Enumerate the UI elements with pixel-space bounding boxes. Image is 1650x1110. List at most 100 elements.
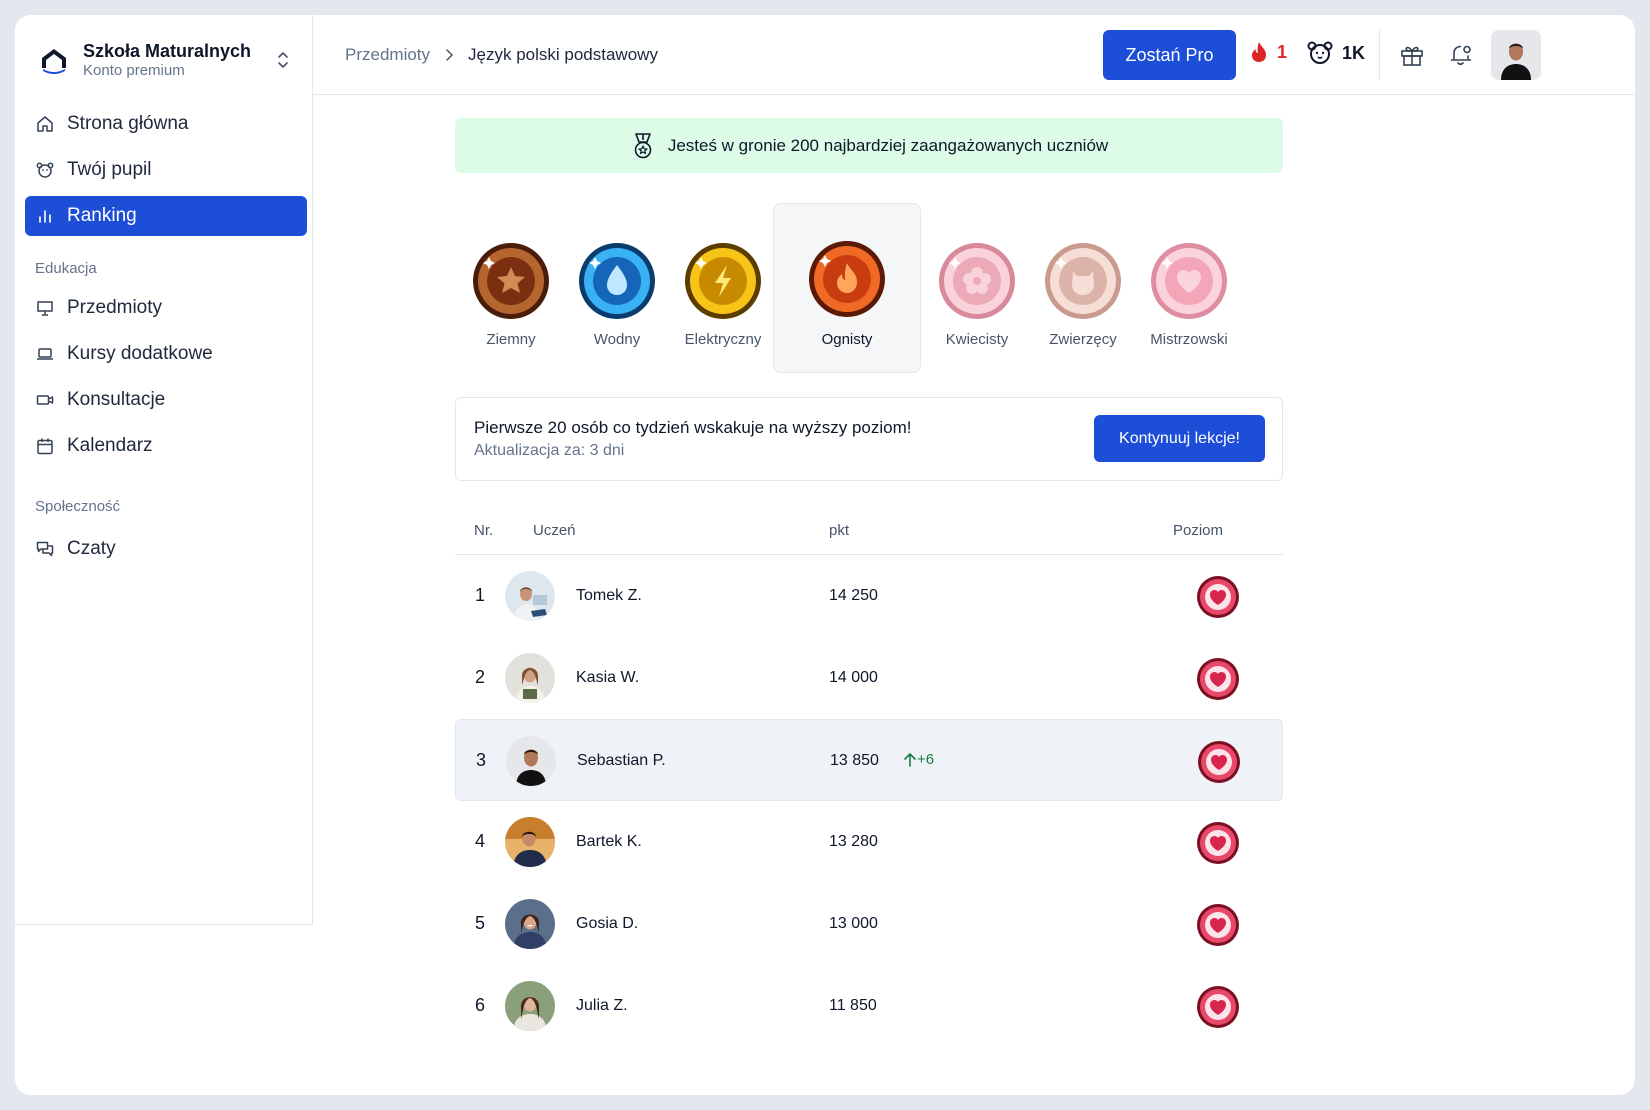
sidebar-item-label: Ranking (67, 205, 137, 226)
league-label: Wodny (593, 331, 641, 348)
rank-number: 2 (475, 667, 486, 687)
table-row-current-user[interactable]: 3 Sebastian P. 13 850 +6 (455, 719, 1283, 801)
rank-change: +6 (903, 751, 934, 768)
rank-number: 5 (475, 913, 486, 933)
workspace-switcher[interactable]: Szkoła Maturalnych Konto premium (37, 35, 293, 85)
go-pro-button[interactable]: Zostań Pro (1103, 30, 1236, 80)
laptop-icon (37, 348, 53, 360)
gift-button[interactable] (1394, 37, 1430, 73)
medal-icon (634, 132, 652, 158)
table-row[interactable]: 1 Tomek Z. 14 250 (455, 555, 1283, 637)
league-label: Ognisty (821, 331, 873, 348)
table-row[interactable]: 5 Gosia D. 13 000 (455, 883, 1283, 965)
main-nav: Strona główna Twój pupil Ranking (25, 104, 307, 242)
student-points: 11 850 (829, 997, 877, 1014)
table-row[interactable]: 6 Julia Z. 11 850 (455, 965, 1283, 1047)
student-name: Julia Z. (576, 997, 628, 1014)
notifications-button[interactable] (1443, 37, 1479, 73)
section-title-community: Społeczność (35, 498, 121, 515)
student-name: Bartek K. (576, 833, 642, 850)
pet-points-counter[interactable]: 1K (1306, 40, 1365, 66)
league-kwiecisty[interactable]: Kwiecisty (921, 203, 1033, 373)
column-header-student: Uczeń (533, 522, 576, 539)
banner-text: Jesteś w gronie 200 najbardziej zaangażo… (667, 135, 1109, 155)
student-points: 14 000 (829, 669, 878, 686)
league-label: Kwiecisty (945, 331, 1009, 348)
chevron-right-icon (444, 48, 454, 62)
fire-league-badge-icon (809, 241, 885, 317)
promotion-card: Pierwsze 20 osób co tydzień wskakuje na … (455, 397, 1283, 481)
sidebar-item-label: Kalendarz (67, 435, 153, 456)
league-ognisty[interactable]: Ognisty (773, 203, 921, 373)
user-avatar[interactable] (1491, 30, 1541, 80)
student-points: 13 850 (830, 752, 879, 769)
flame-icon (1252, 42, 1266, 62)
sidebar-item-chats[interactable]: Czaty (25, 529, 307, 569)
table-row[interactable]: 4 Bartek K. 13 280 (455, 801, 1283, 883)
electric-league-badge-icon (685, 243, 761, 319)
sidebar-item-courses[interactable]: Kursy dodatkowe (25, 334, 307, 374)
sidebar-item-calendar[interactable]: Kalendarz (25, 426, 307, 466)
rank-number: 6 (475, 995, 486, 1015)
table-row[interactable]: 2 Kasia W. 14 000 (455, 637, 1283, 719)
column-header-points: pkt (829, 522, 850, 539)
animal-league-badge-icon (1045, 243, 1121, 319)
sidebar-item-ranking[interactable]: Ranking (25, 196, 307, 236)
student-name: Tomek Z. (576, 587, 642, 604)
student-points: 14 250 (829, 587, 878, 604)
sidebar-item-label: Twój pupil (67, 159, 152, 180)
league-wodny[interactable]: Wodny (561, 203, 673, 373)
league-selector: Ziemny Wodny Elektryczny Ognisty Kwiecis… (455, 203, 1283, 373)
pet-points-value: 1K (1342, 42, 1366, 63)
master-level-badge-icon (1197, 904, 1239, 946)
student-name: Kasia W. (576, 669, 640, 686)
community-nav: Czaty (25, 529, 307, 575)
master-level-badge-icon (1197, 822, 1239, 864)
sidebar-item-subjects[interactable]: Przedmioty (25, 288, 307, 328)
master-level-badge-icon (1198, 741, 1240, 783)
master-league-badge-icon (1151, 243, 1227, 319)
sidebar-item-label: Przedmioty (67, 297, 163, 318)
student-name: Gosia D. (576, 915, 639, 932)
sidebar: Szkoła Maturalnych Konto premium Strona … (15, 15, 313, 925)
league-label: Zwierzęcy (1049, 331, 1117, 348)
engagement-banner: Jesteś w gronie 200 najbardziej zaangażo… (455, 118, 1283, 173)
presentation-icon (37, 301, 53, 316)
video-icon (36, 395, 54, 405)
sidebar-item-label: Kursy dodatkowe (67, 343, 213, 364)
column-header-level: Poziom (1173, 522, 1224, 539)
league-zwierzecy[interactable]: Zwierzęcy (1027, 203, 1139, 373)
sidebar-item-label: Strona główna (67, 113, 189, 134)
sidebar-item-pet[interactable]: Twój pupil (25, 150, 307, 190)
ranking-table: Nr. Uczeń pkt Poziom 1 Tomek Z. 14 250 2… (455, 515, 1283, 1047)
arrow-up-icon (904, 752, 916, 767)
league-elektryczny[interactable]: Elektryczny (667, 203, 779, 373)
student-avatar (505, 817, 555, 867)
continue-lessons-button[interactable]: Kontynuuj lekcje! (1094, 415, 1265, 462)
student-name: Sebastian P. (577, 752, 666, 769)
league-mistrzowski[interactable]: Mistrzowski (1133, 203, 1245, 373)
pet-icon (36, 162, 54, 178)
student-avatar (505, 899, 555, 949)
brand-name: Szkoła Maturalnych (83, 41, 252, 61)
student-avatar (505, 571, 555, 621)
breadcrumb-subjects-link[interactable]: Przedmioty (345, 45, 430, 65)
chevron-up-down-icon (273, 50, 293, 70)
bell-icon (1450, 45, 1472, 66)
rank-number: 3 (476, 750, 487, 770)
breadcrumb: Przedmioty Język polski podstawowy (345, 45, 658, 65)
sidebar-item-home[interactable]: Strona główna (25, 104, 307, 144)
rank-number: 4 (475, 831, 486, 851)
league-label: Mistrzowski (1150, 331, 1228, 348)
breadcrumb-current: Język polski podstawowy (468, 45, 658, 64)
header-divider (1379, 30, 1380, 80)
streak-counter[interactable]: 1 (1249, 40, 1287, 64)
league-ziemny[interactable]: Ziemny (455, 203, 567, 373)
column-header-nr: Nr. (474, 522, 494, 539)
streak-value: 1 (1277, 41, 1288, 62)
brand-logo-icon (37, 43, 71, 77)
sidebar-item-consultations[interactable]: Konsultacje (25, 380, 307, 420)
calendar-icon (37, 438, 53, 455)
account-type: Konto premium (83, 62, 185, 79)
earth-league-badge-icon (473, 243, 549, 319)
